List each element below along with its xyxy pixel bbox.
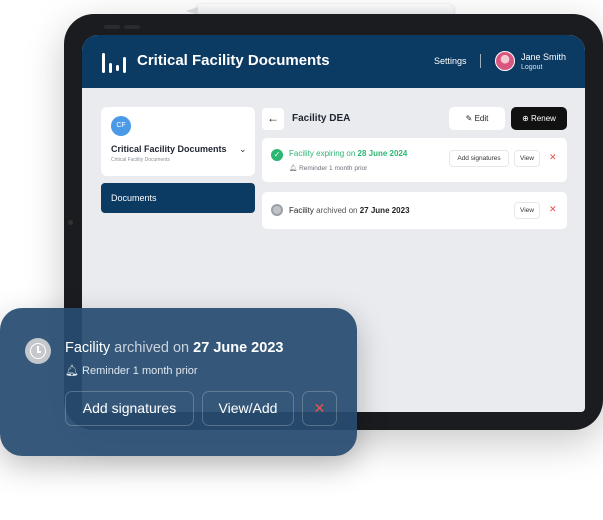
- document-status: Facility archived on 27 June 2023: [289, 206, 410, 215]
- view-button[interactable]: View: [514, 202, 540, 219]
- clock-icon: [271, 204, 283, 216]
- logout-link[interactable]: Logout: [521, 64, 542, 71]
- close-icon[interactable]: ✕: [549, 152, 557, 163]
- reminder-label: Reminder 1 month prior: [82, 365, 198, 377]
- header-divider: [480, 54, 481, 68]
- plus-circle-icon: ⊕: [522, 114, 532, 123]
- reminder-text: 🔔︎ Reminder 1 month prior: [65, 364, 198, 377]
- bell-icon: 🔔︎: [289, 165, 300, 172]
- clock-icon: [25, 338, 51, 364]
- app-header: Critical Facility Documents Settings Jan…: [82, 35, 585, 88]
- bell-icon: 🔔︎: [65, 365, 83, 377]
- edit-label: Edit: [474, 114, 489, 123]
- status-text: archived on: [316, 206, 358, 215]
- archived-document-card: Facility archived on 27 June 2023 🔔︎ Rem…: [0, 308, 357, 456]
- document-date: 27 June 2023: [359, 206, 410, 215]
- document-name: Facility: [289, 149, 314, 158]
- clock-hand: [37, 351, 41, 353]
- logo-bar: [109, 63, 112, 73]
- app-title: Critical Facility Documents: [137, 52, 330, 69]
- document-name: Facility: [289, 206, 314, 215]
- settings-link[interactable]: Settings: [434, 56, 467, 66]
- logo-bar: [102, 53, 105, 73]
- check-circle-icon: ✓: [271, 149, 283, 161]
- folder-subtitle: Critical Facility Documents: [111, 157, 170, 163]
- chevron-down-icon[interactable]: ⌄: [239, 144, 247, 155]
- status-text: expiring on: [316, 149, 356, 158]
- document-name: Facility: [65, 340, 111, 356]
- renew-button[interactable]: ⊕ Renew: [511, 107, 567, 130]
- sidebar-item-documents[interactable]: Documents: [101, 183, 255, 213]
- close-icon[interactable]: ✕: [549, 204, 557, 215]
- page-title: Facility DEA: [292, 113, 351, 124]
- back-arrow-icon[interactable]: ←: [262, 108, 284, 130]
- folder-selector[interactable]: CF Critical Facility Documents Critical …: [101, 107, 255, 176]
- tablet-button: [104, 25, 120, 29]
- document-date: 27 June 2023: [193, 340, 284, 356]
- user-name: Jane Smith: [521, 52, 567, 62]
- document-status: Facility archived on 27 June 2023: [65, 340, 283, 356]
- reminder-label: Reminder 1 month prior: [299, 165, 368, 172]
- document-row: Facility archived on 27 June 2023 View ✕: [262, 192, 567, 229]
- reminder-text: 🔔︎ Reminder 1 month prior: [289, 164, 367, 172]
- folder-avatar: CF: [111, 116, 131, 136]
- document-row: ✓ Facility expiring on 28 June 2024 🔔︎ R…: [262, 138, 567, 182]
- tablet-button: [124, 25, 140, 29]
- document-date: 28 June 2024: [357, 149, 408, 158]
- renew-label: Renew: [531, 114, 556, 123]
- tablet-camera: [68, 220, 73, 225]
- view-button[interactable]: View: [514, 150, 540, 167]
- view-add-button[interactable]: View/Add: [202, 391, 294, 426]
- add-signatures-button[interactable]: Add signatures: [65, 391, 194, 426]
- status-text: archived on: [114, 340, 190, 356]
- folder-title: Critical Facility Documents: [111, 144, 227, 154]
- stage: Critical Facility Documents Settings Jan…: [0, 0, 603, 520]
- document-status: Facility expiring on 28 June 2024: [289, 149, 407, 158]
- close-icon[interactable]: ✕: [302, 391, 337, 426]
- logo-bar: [116, 65, 119, 71]
- user-avatar[interactable]: [495, 51, 515, 71]
- logo-bar: [123, 57, 126, 73]
- app-logo-icon: [102, 49, 128, 73]
- edit-button[interactable]: ✎ Edit: [449, 107, 505, 130]
- add-signatures-button[interactable]: Add signatures: [449, 150, 509, 167]
- pencil-icon: ✎: [465, 114, 475, 123]
